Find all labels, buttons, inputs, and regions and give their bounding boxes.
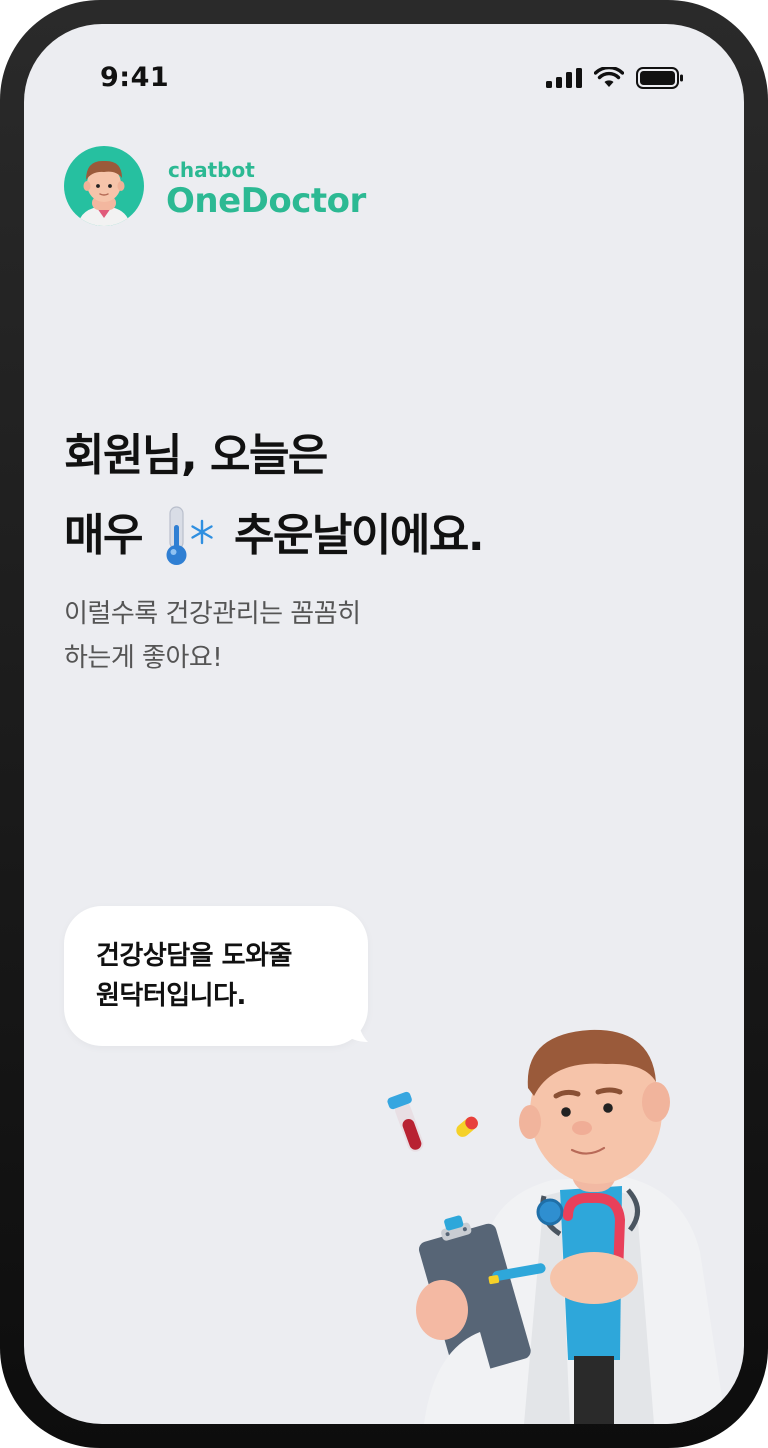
speech-bubble-tail: [342, 1020, 368, 1042]
speech-bubble-text: 건강상담을 도와줄 원닥터입니다.: [96, 936, 292, 1016]
doctor-avatar: [64, 146, 144, 226]
headline-prefix: 매우: [64, 510, 143, 561]
app-screen: 9:41 chatbot OneDoctor 회원님, 오늘은 매우 추운날이에…: [24, 24, 744, 1424]
brand-name: OneDoctor: [166, 181, 366, 221]
subtext-line-2: 하는게 좋아요!: [64, 643, 223, 673]
battery-icon: [636, 67, 683, 89]
headline-line-1: 회원님, 오늘은: [64, 430, 328, 481]
headline-suffix: 추운날이에요.: [233, 510, 485, 561]
headline-line-2: 매우 추운날이에요.: [64, 496, 485, 576]
doctor-illustration: [387, 1029, 726, 1424]
wifi-icon: [594, 67, 624, 87]
signal-icon: [546, 68, 582, 88]
headline: 회원님, 오늘은 매우 추운날이에요.: [64, 416, 485, 576]
subtext: 이럴수록 건강관리는 꼼꼼히 하는게 좋아요!: [64, 592, 361, 680]
phone-frame: 9:41 chatbot OneDoctor 회원님, 오늘은 매우 추운날이에…: [0, 0, 768, 1448]
bubble-line-1: 건강상담을 도와줄: [96, 941, 292, 971]
status-icons: [546, 66, 684, 90]
bubble-line-2: 원닥터입니다.: [96, 981, 246, 1011]
thermometer-snowflake-icon: [166, 506, 213, 565]
test-tube-icon: [387, 1091, 424, 1152]
subtext-line-1: 이럴수록 건강관리는 꼼꼼히: [64, 599, 361, 629]
pill-icon: [456, 1116, 478, 1137]
brand-subtitle: chatbot: [168, 158, 255, 182]
status-time: 9:41: [100, 62, 170, 93]
